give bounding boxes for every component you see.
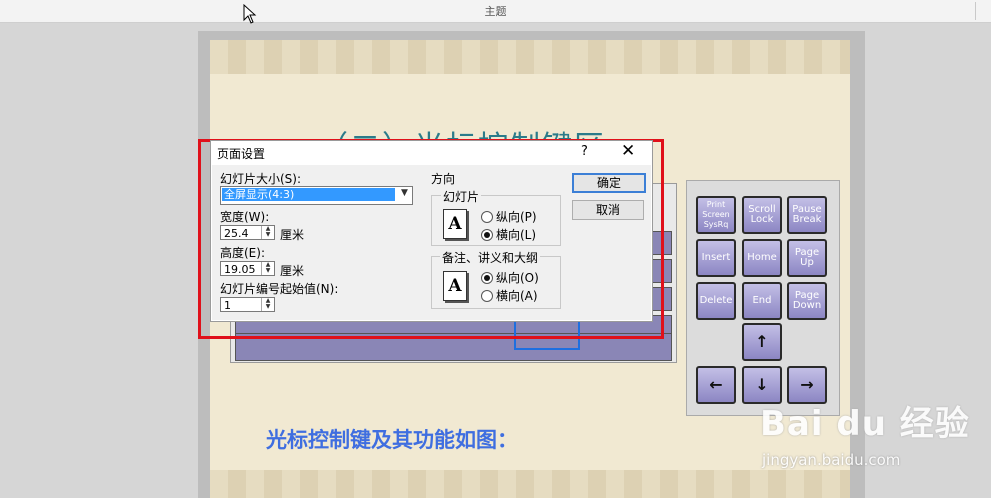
cancel-button[interactable]: 取消	[572, 200, 644, 220]
notes-landscape-radio[interactable]: 横向(A)	[481, 287, 538, 304]
width-input[interactable]: 25.4 ▲ ▼	[220, 225, 275, 240]
key-print-screen: Print Screen SysRq	[696, 196, 736, 234]
dialog-title: 页面设置	[217, 147, 266, 161]
key-arrow-up: ↑	[742, 323, 782, 361]
radio-off-icon[interactable]	[481, 289, 493, 302]
notes-landscape-label: 横向(A)	[496, 289, 538, 303]
orientation-label: 方向	[431, 172, 456, 186]
key-page-up: Page Up	[787, 239, 827, 277]
height-label: 高度(E):	[220, 246, 265, 260]
notes-group-label: 备注、讲义和大纲	[440, 249, 541, 266]
mouse-cursor-icon	[243, 4, 257, 24]
slide-bottom-border	[210, 470, 850, 498]
key-arrow-left: ←	[696, 366, 736, 404]
toolbar-divider	[975, 2, 976, 20]
height-value: 19.05	[224, 263, 256, 276]
chevron-down-icon[interactable]: ▼	[398, 188, 411, 201]
start-number-spinner-icon[interactable]: ▲ ▼	[261, 298, 274, 311]
ok-button[interactable]: 确定	[572, 173, 646, 193]
top-bar: 主题	[0, 0, 991, 23]
slides-landscape-label: 横向(L)	[496, 228, 537, 242]
width-spinner-icon[interactable]: ▲ ▼	[261, 226, 274, 239]
radio-on-icon[interactable]	[481, 271, 493, 284]
key-pause-break: Pause Break	[787, 196, 827, 234]
radio-off-icon[interactable]	[481, 210, 493, 223]
key-home: Home	[742, 239, 782, 277]
navigation-keys-image: Print Screen SysRq Scroll Lock Pause Bre…	[686, 180, 840, 416]
key-delete: Delete	[696, 282, 736, 320]
key-page-down: Page Down	[787, 282, 827, 320]
start-number-label: 幻灯片编号起始值(N):	[220, 282, 339, 296]
slide-caption: 光标控制键及其功能如图：	[266, 427, 518, 452]
slide-size-label: 幻灯片大小(S):	[220, 172, 302, 186]
notes-portrait-radio[interactable]: 纵向(O)	[481, 269, 539, 286]
height-input[interactable]: 19.05 ▲ ▼	[220, 261, 275, 276]
start-number-value: 1	[224, 299, 231, 312]
slides-group-label: 幻灯片	[441, 188, 482, 205]
width-unit: 厘米	[280, 228, 305, 242]
height-unit: 厘米	[280, 264, 305, 278]
slides-orientation-icon: A	[443, 209, 467, 239]
slides-portrait-label: 纵向(P)	[496, 210, 537, 224]
notes-portrait-label: 纵向(O)	[496, 271, 539, 285]
start-number-input[interactable]: 1 ▲ ▼	[220, 297, 275, 312]
watermark-url: jingyan.baidu.com	[762, 451, 901, 469]
slide-size-select[interactable]: 全屏显示(4:3) ▼	[220, 186, 413, 205]
slides-portrait-radio[interactable]: 纵向(P)	[481, 208, 537, 225]
width-value: 25.4	[224, 227, 249, 240]
radio-on-icon[interactable]	[481, 228, 493, 241]
width-label: 宽度(W):	[220, 210, 270, 224]
key-insert: Insert	[696, 239, 736, 277]
key-scroll-lock: Scroll Lock	[742, 196, 782, 234]
height-spinner-icon[interactable]: ▲ ▼	[261, 262, 274, 275]
watermark-brand: Bai du 经验	[760, 404, 970, 444]
key-end: End	[742, 282, 782, 320]
baidu-watermark: Bai du 经验 jingyan.baidu.com	[760, 396, 970, 469]
slide-top-border	[210, 40, 850, 74]
page-setup-dialog: 页面设置 ? ✕ 幻灯片大小(S): 全屏显示(4:3) ▼ 宽度(W): 25…	[210, 140, 653, 322]
notes-orientation-icon: A	[443, 271, 467, 301]
close-icon[interactable]: ✕	[621, 141, 635, 161]
slides-landscape-radio[interactable]: 横向(L)	[481, 226, 536, 243]
help-button[interactable]: ?	[581, 144, 588, 159]
window-title: 主题	[484, 5, 507, 18]
slide-size-value: 全屏显示(4:3)	[222, 188, 395, 201]
